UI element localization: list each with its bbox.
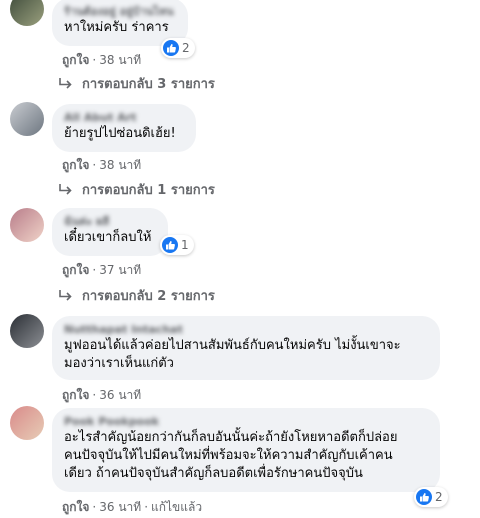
comment-author[interactable]: ฉันค่ะ ผลี — [64, 215, 156, 229]
like-button[interactable]: ถูกใจ — [62, 263, 89, 277]
avatar[interactable] — [10, 314, 44, 348]
edited-label: แก้ไขแล้ว — [151, 500, 203, 514]
like-button[interactable]: ถูกใจ — [62, 53, 89, 67]
reply-arrow-icon — [59, 77, 72, 89]
comment-text-line: มูฟออนได้แล้วค่อยไปสานสัมพันธ์กับคนใหม่ค… — [64, 338, 401, 353]
avatar[interactable] — [10, 0, 44, 26]
reaction-count: 2 — [435, 490, 443, 504]
separator-dot: · — [92, 388, 97, 402]
separator-dot: · — [92, 158, 97, 172]
comment-actions: ถูกใจ · 37 นาที — [62, 261, 141, 280]
like-button[interactable]: ถูกใจ — [62, 500, 89, 514]
comment-bubble: Pook Pookpook อะไรสำคัญน้อยกว่ากันก็ลบอั… — [52, 408, 440, 492]
reaction-summary[interactable]: 2 — [161, 38, 195, 58]
comment-time[interactable]: 38 นาที — [99, 158, 141, 172]
avatar[interactable] — [10, 406, 44, 440]
comment-author[interactable]: Pook Pookpook — [64, 415, 428, 429]
replies-label: การตอบกลับ 1 รายการ — [82, 183, 215, 198]
comment-author[interactable]: ร้านต้องอยู่ อยู่บ้านไหน — [64, 5, 176, 19]
like-icon — [416, 489, 432, 505]
reaction-count: 2 — [182, 41, 190, 55]
separator-dot: · — [144, 500, 149, 514]
comment-actions: ถูกใจ · 36 นาที · แก้ไขแล้ว — [62, 498, 202, 517]
reply-arrow-icon — [59, 183, 72, 195]
comment-bubble: ฉันค่ะ ผลี เดี๋ยวเขาก็ลบให้ — [52, 208, 168, 256]
comment-text-line: เดียว ถ้าคนปัจจุบันสำคัญก็ลบอดีตเพื่อรัก… — [64, 466, 363, 481]
comment-text: ย้ายรูปไปซ่อนดิเฮ้ย! — [64, 126, 176, 141]
comment-text-line: อะไรสำคัญน้อยกว่ากันก็ลบอันนั้นค่ะถ้ายัง… — [64, 430, 398, 445]
like-icon — [163, 40, 179, 56]
reaction-count: 1 — [181, 238, 189, 252]
replies-label: การตอบกลับ 2 รายการ — [82, 289, 215, 304]
like-icon — [162, 237, 178, 253]
view-replies-link[interactable]: การตอบกลับ 1 รายการ — [58, 179, 215, 200]
comment-text: เดี๋ยวเขาก็ลบให้ — [64, 230, 152, 245]
like-button[interactable]: ถูกใจ — [62, 388, 89, 402]
reaction-summary[interactable]: 2 — [414, 487, 448, 507]
like-button[interactable]: ถูกใจ — [62, 158, 89, 172]
comment-actions: ถูกใจ · 38 นาที — [62, 156, 141, 175]
comment-author[interactable]: All Abut Art — [64, 111, 184, 125]
comment-text-line: คนปัจจุบันให้ไปมีคนใหม่ที่พร้อมจะให้ความ… — [64, 448, 393, 463]
separator-dot: · — [92, 263, 97, 277]
comment-author[interactable]: Nutthapat Intachat — [64, 323, 428, 337]
comment-bubble: Nutthapat Intachat มูฟออนได้แล้วค่อยไปสา… — [52, 316, 440, 380]
reaction-summary[interactable]: 1 — [160, 235, 194, 255]
separator-dot: · — [92, 53, 97, 67]
view-replies-link[interactable]: การตอบกลับ 3 รายการ — [58, 73, 215, 94]
view-replies-link[interactable]: การตอบกลับ 2 รายการ — [58, 285, 215, 306]
replies-label: การตอบกลับ 3 รายการ — [82, 77, 215, 92]
comment-time[interactable]: 36 นาที — [99, 388, 141, 402]
avatar[interactable] — [10, 208, 44, 242]
comment-actions: ถูกใจ · 36 นาที — [62, 386, 141, 405]
separator-dot: · — [92, 500, 97, 514]
comment-text-line: มองว่าเราเห็นแก่ตัว — [64, 356, 174, 371]
comment-text: หาใหม่ครับ ร่าคาร — [64, 20, 169, 35]
comment-time[interactable]: 38 นาที — [99, 53, 141, 67]
comment-bubble: All Abut Art ย้ายรูปไปซ่อนดิเฮ้ย! — [52, 104, 196, 152]
comment-time[interactable]: 37 นาที — [99, 263, 141, 277]
reply-arrow-icon — [59, 289, 72, 301]
comment-actions: ถูกใจ · 38 นาที — [62, 51, 141, 70]
avatar[interactable] — [10, 102, 44, 136]
comment-time[interactable]: 36 นาที — [99, 500, 141, 514]
